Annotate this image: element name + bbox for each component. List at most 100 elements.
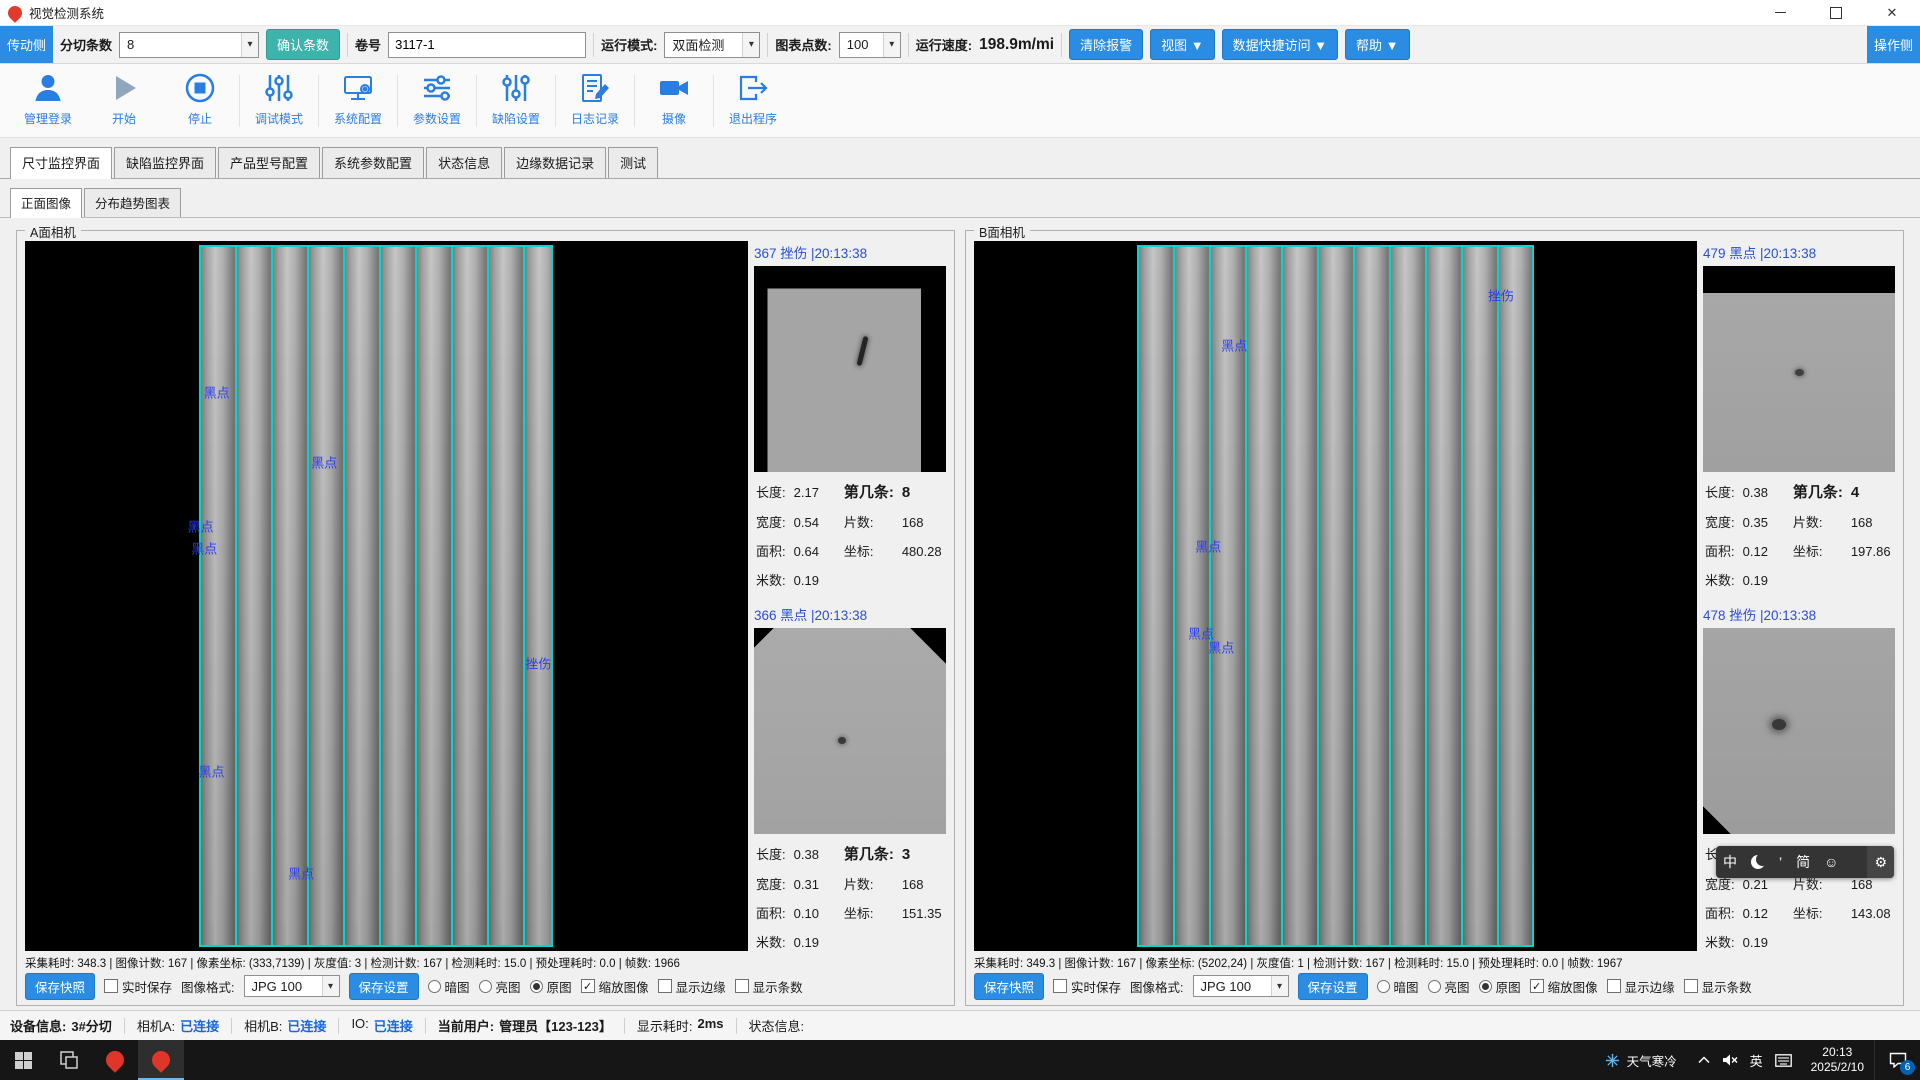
camera-a-bright-image-radio[interactable]: 亮图 <box>479 977 521 996</box>
subtab-trend-chart[interactable]: 分布趋势图表 <box>84 188 181 217</box>
camera-b-snapshot-button[interactable]: 保存快照 <box>974 973 1044 1000</box>
clear-alarm-button[interactable]: 清除报警 <box>1069 29 1143 60</box>
strip-band <box>1137 245 1535 947</box>
tab-status-info[interactable]: 状态信息 <box>426 147 502 178</box>
taskbar-running-app-vision-system[interactable] <box>138 1040 184 1080</box>
run-mode-select[interactable]: 双面检测 <box>664 32 760 58</box>
defect-card-366: 366 黑点 |20:13:38 长度:0.38 第几条:3 宽度:0.31 片… <box>754 603 946 951</box>
camera-a-view[interactable]: 黑点黑点黑点黑点挫伤黑点黑点 <box>25 241 748 951</box>
ime-emoji-icon[interactable]: ☺ <box>1817 846 1845 878</box>
defect-card-367: 367 挫伤 |20:13:38 长度:2.17 第几条:8 宽度:0.54 片… <box>754 241 946 589</box>
tab-edge-data-record[interactable]: 边缘数据记录 <box>504 147 606 178</box>
ime-settings-gear-icon[interactable]: ⚙ <box>1867 846 1894 878</box>
camera-b-format-select[interactable]: JPG 100 <box>1193 975 1289 997</box>
defect-stats: 长度:0.38 第几条:4 宽度:0.35 片数:168 面积:0.12 坐标:… <box>1703 472 1895 589</box>
ime-halfwidth-moon-icon[interactable] <box>1751 855 1765 869</box>
log-record-button[interactable]: 日志记录 <box>557 69 633 127</box>
camera-a-format-select[interactable]: JPG 100 <box>244 975 340 997</box>
ime-toolbar[interactable]: 中 ’ 简 ☺ ⚙ <box>1716 846 1894 878</box>
camera-a-realtime-save-checkbox[interactable]: 实时保存 <box>104 977 172 996</box>
start-run-button[interactable]: 开始 <box>86 69 162 127</box>
volume-muted-icon[interactable] <box>1722 1053 1738 1067</box>
defect-settings-button[interactable]: 缺陷设置 <box>478 69 554 127</box>
subtab-front-image[interactable]: 正面图像 <box>10 188 82 218</box>
tray-chevron-up-icon[interactable] <box>1698 1056 1710 1064</box>
taskbar-app-button-2[interactable] <box>92 1040 138 1080</box>
camera-a-show-edge-checkbox[interactable]: 显示边缘 <box>658 977 726 996</box>
io-connection-status: 已连接 <box>374 1016 413 1035</box>
debug-mode-button[interactable]: 调试模式 <box>241 69 317 127</box>
camera-b-zoom-image-checkbox[interactable]: 缩放图像 <box>1530 977 1598 996</box>
admin-login-button[interactable]: 管理登录 <box>10 69 86 127</box>
exit-program-button[interactable]: 退出程序 <box>715 69 791 127</box>
camera-a-snapshot-button[interactable]: 保存快照 <box>25 973 95 1000</box>
tab-product-model-config[interactable]: 产品型号配置 <box>218 147 320 178</box>
notification-badge: 6 <box>1900 1060 1915 1075</box>
tab-test[interactable]: 测试 <box>608 147 658 178</box>
capture-button[interactable]: 摄像 <box>636 69 712 127</box>
clock-date: 2025/2/10 <box>1811 1060 1864 1075</box>
camera-b-original-image-radio[interactable]: 原图 <box>1479 977 1521 996</box>
start-button[interactable] <box>0 1040 46 1080</box>
app-statusbar: 设备信息:3#分切 相机A:已连接 相机B:已连接 IO:已连接 当前用户:管理… <box>0 1010 1920 1040</box>
stop-run-button[interactable]: 停止 <box>162 69 238 127</box>
vision-system-app-icon <box>148 1047 173 1072</box>
confirm-count-button[interactable]: 确认条数 <box>266 29 340 60</box>
camera-a-show-strips-checkbox[interactable]: 显示条数 <box>735 977 803 996</box>
device-info-value: 3#分切 <box>71 1016 111 1035</box>
defect-card-header[interactable]: 478 挫伤 |20:13:38 <box>1703 603 1895 628</box>
taskbar-clock[interactable]: 20:13 2025/2/10 <box>1801 1040 1874 1080</box>
defect-card-header[interactable]: 366 黑点 |20:13:38 <box>754 603 946 628</box>
restore-button[interactable] <box>1808 0 1864 25</box>
camera-b-bright-image-radio[interactable]: 亮图 <box>1428 977 1470 996</box>
camera-b-show-edge-checkbox[interactable]: 显示边缘 <box>1607 977 1675 996</box>
close-button[interactable] <box>1864 0 1920 25</box>
view-menu-button[interactable]: 视图 ▼ <box>1150 29 1214 60</box>
camera-a-save-settings-button[interactable]: 保存设置 <box>349 973 419 1000</box>
stop-icon <box>183 71 217 108</box>
camera-a-dark-image-radio[interactable]: 暗图 <box>428 977 470 996</box>
defect-card-header[interactable]: 479 黑点 |20:13:38 <box>1703 241 1895 266</box>
chart-points-label: 图表点数: <box>775 35 831 54</box>
sliders-bars-icon <box>499 71 533 108</box>
language-indicator[interactable]: 英 <box>1750 1051 1763 1070</box>
window-title: 视觉检测系统 <box>29 3 104 22</box>
chevron-down-icon <box>883 33 900 57</box>
tab-defect-monitor[interactable]: 缺陷监控界面 <box>114 147 216 178</box>
help-menu-button[interactable]: 帮助 ▼ <box>1345 29 1409 60</box>
camera-b-view[interactable]: 挫伤黑点黑点黑点黑点 <box>974 241 1697 951</box>
defect-overlay-label: 挫伤 <box>525 654 551 673</box>
tab-size-monitor[interactable]: 尺寸监控界面 <box>10 147 112 179</box>
chart-points-select[interactable]: 100 <box>839 32 901 58</box>
drive-side-button[interactable]: 传动侧 <box>0 26 53 63</box>
camera-b-dark-image-radio[interactable]: 暗图 <box>1377 977 1419 996</box>
taskbar-weather-widget[interactable]: 天气寒冷 <box>1593 1040 1689 1080</box>
sliders-horizontal-icon <box>420 71 454 108</box>
roll-number-input[interactable] <box>388 32 586 58</box>
camera-b-show-strips-checkbox[interactable]: 显示条数 <box>1684 977 1752 996</box>
camera-b-save-settings-button[interactable]: 保存设置 <box>1298 973 1368 1000</box>
clock-time: 20:13 <box>1822 1045 1852 1060</box>
action-center-button[interactable]: 6 <box>1874 1040 1920 1080</box>
operate-side-button[interactable]: 操作侧 <box>1867 26 1920 63</box>
ime-simplified-mode[interactable]: 简 <box>1789 846 1817 878</box>
slit-count-select[interactable]: 8 <box>119 32 259 58</box>
camera-a-statusline: 采集耗时: 348.3 | 图像计数: 167 | 像素坐标: (333,713… <box>25 955 946 972</box>
defect-card-header[interactable]: 367 挫伤 |20:13:38 <box>754 241 946 266</box>
camera-a-zoom-image-checkbox[interactable]: 缩放图像 <box>581 977 649 996</box>
defect-card-478: 478 挫伤 |20:13:38 长度:0.57 第几条:3 宽度:0.21 片… <box>1703 603 1895 951</box>
ime-keyboard-icon[interactable] <box>1775 1054 1792 1067</box>
camera-a-original-image-radio[interactable]: 原图 <box>530 977 572 996</box>
camera-a-panel: A面相机 黑点黑点黑点黑点挫伤黑点黑点 367 挫伤 |20:13:38 长度:… <box>16 230 955 1006</box>
ime-language-mode[interactable]: 中 <box>1716 846 1744 878</box>
tab-system-param-config[interactable]: 系统参数配置 <box>322 147 424 178</box>
ime-punctuation-mode[interactable]: ’ <box>1772 846 1789 878</box>
taskbar-app-button-1[interactable] <box>46 1040 92 1080</box>
current-user-value: 管理员【123-123】 <box>499 1016 612 1035</box>
camera-b-realtime-save-checkbox[interactable]: 实时保存 <box>1053 977 1121 996</box>
parameter-settings-button[interactable]: 参数设置 <box>399 69 475 127</box>
minimize-button[interactable] <box>1752 0 1808 25</box>
data-quick-access-menu-button[interactable]: 数据快捷访问 ▼ <box>1222 29 1338 60</box>
system-config-button[interactable]: 系统配置 <box>320 69 396 127</box>
task-view-icon <box>59 1050 79 1070</box>
